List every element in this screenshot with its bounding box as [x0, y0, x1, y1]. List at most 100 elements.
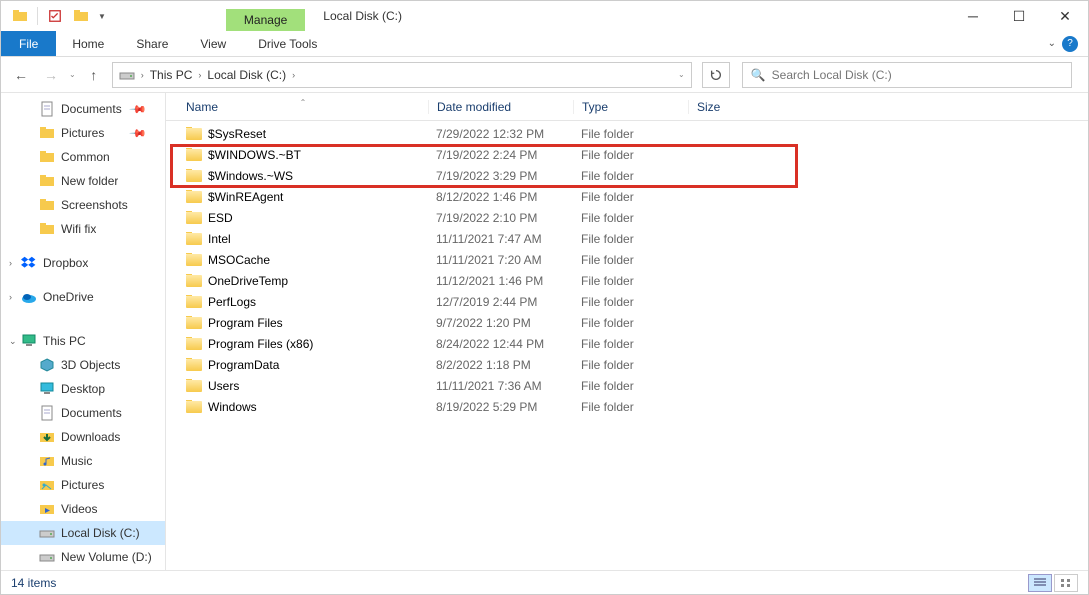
- file-date: 7/29/2022 12:32 PM: [428, 127, 573, 141]
- file-row[interactable]: MSOCache11/11/2021 7:20 AMFile folder: [166, 249, 1088, 270]
- history-dropdown-icon[interactable]: ⌄: [69, 70, 76, 79]
- file-date: 12/7/2019 2:44 PM: [428, 295, 573, 309]
- icons-view-button[interactable]: [1054, 574, 1078, 592]
- breadcrumb-seg[interactable]: This PC: [150, 68, 193, 82]
- search-input[interactable]: [772, 68, 1063, 82]
- file-type: File folder: [573, 253, 688, 267]
- breadcrumb-seg[interactable]: Local Disk (C:): [207, 68, 286, 82]
- tree-item[interactable]: Screenshots: [1, 193, 165, 217]
- file-row[interactable]: ProgramData8/2/2022 1:18 PMFile folder: [166, 354, 1088, 375]
- folder-icon: [186, 380, 202, 392]
- file-row[interactable]: Program Files (x86)8/24/2022 12:44 PMFil…: [166, 333, 1088, 354]
- file-list: Name⌃ Date modified Type Size $SysReset7…: [166, 93, 1088, 570]
- tree-item[interactable]: Downloads: [1, 425, 165, 449]
- details-view-icon: [1034, 578, 1046, 588]
- tree-label: New Volume (D:): [61, 550, 152, 564]
- file-type: File folder: [573, 400, 688, 414]
- column-name[interactable]: Name⌃: [178, 100, 428, 114]
- tree-label: Pictures: [61, 478, 104, 492]
- file-row[interactable]: $SysReset7/29/2022 12:32 PMFile folder: [166, 123, 1088, 144]
- column-date[interactable]: Date modified: [428, 100, 573, 114]
- tree-item[interactable]: ›Dropbox: [1, 251, 165, 275]
- tree-item[interactable]: Desktop: [1, 377, 165, 401]
- file-type: File folder: [573, 274, 688, 288]
- address-bar[interactable]: › This PC › Local Disk (C:) › ⌄: [112, 62, 692, 88]
- tree-item[interactable]: Music: [1, 449, 165, 473]
- forward-button[interactable]: →: [39, 63, 63, 87]
- file-name: Intel: [208, 232, 231, 246]
- file-row[interactable]: $Windows.~WS7/19/2022 3:29 PMFile folder: [166, 165, 1088, 186]
- file-date: 11/11/2021 7:20 AM: [428, 253, 573, 267]
- tab-drive-tools[interactable]: Drive Tools: [242, 31, 333, 56]
- file-name: Windows: [208, 400, 257, 414]
- chevron-down-icon[interactable]: ⌄: [9, 336, 17, 347]
- chevron-right-icon[interactable]: ›: [198, 70, 201, 80]
- file-row[interactable]: Program Files9/7/2022 1:20 PMFile folder: [166, 312, 1088, 333]
- file-type: File folder: [573, 211, 688, 225]
- icons-view-icon: [1060, 578, 1072, 588]
- chevron-right-icon[interactable]: ›: [292, 70, 295, 80]
- tree-item[interactable]: Pictures: [1, 473, 165, 497]
- tree-item[interactable]: Local Disk (C:): [1, 521, 165, 545]
- tab-share[interactable]: Share: [120, 31, 184, 56]
- new-folder-icon[interactable]: [70, 5, 92, 27]
- tab-home[interactable]: Home: [56, 31, 120, 56]
- chevron-right-icon[interactable]: ›: [141, 70, 144, 80]
- properties-icon[interactable]: [44, 5, 66, 27]
- maximize-button[interactable]: ☐: [996, 1, 1042, 31]
- file-name: Program Files: [208, 316, 283, 330]
- tree-item[interactable]: Pictures📌: [1, 121, 165, 145]
- address-dropdown-icon[interactable]: ⌄: [678, 70, 685, 79]
- tree-this-pc[interactable]: ⌄ This PC: [1, 329, 165, 353]
- refresh-button[interactable]: [702, 62, 730, 88]
- tree-item[interactable]: Documents📌: [1, 97, 165, 121]
- details-view-button[interactable]: [1028, 574, 1052, 592]
- file-name: $Windows.~WS: [208, 169, 293, 183]
- file-row[interactable]: $WinREAgent8/12/2022 1:46 PMFile folder: [166, 186, 1088, 207]
- back-button[interactable]: ←: [9, 63, 33, 87]
- file-row[interactable]: OneDriveTemp11/12/2021 1:46 PMFile folde…: [166, 270, 1088, 291]
- folder-icon: [186, 254, 202, 266]
- navigation-bar: ← → ⌄ ↑ › This PC › Local Disk (C:) › ⌄ …: [1, 57, 1088, 93]
- file-row[interactable]: Intel11/11/2021 7:47 AMFile folder: [166, 228, 1088, 249]
- tab-file[interactable]: File: [1, 31, 56, 56]
- navigation-pane[interactable]: Documents📌Pictures📌CommonNew folderScree…: [1, 93, 166, 570]
- ribbon-context-tab[interactable]: Manage: [226, 9, 305, 31]
- file-row[interactable]: Windows8/19/2022 5:29 PMFile folder: [166, 396, 1088, 417]
- file-row[interactable]: PerfLogs12/7/2019 2:44 PMFile folder: [166, 291, 1088, 312]
- ribbon-collapse-icon[interactable]: ⌄: [1048, 38, 1056, 49]
- tree-item[interactable]: 3D Objects: [1, 353, 165, 377]
- close-button[interactable]: ✕: [1042, 1, 1088, 31]
- file-type: File folder: [573, 232, 688, 246]
- this-pc-icon: [21, 333, 37, 349]
- minimize-button[interactable]: ─: [950, 1, 996, 31]
- file-type: File folder: [573, 148, 688, 162]
- column-size[interactable]: Size: [688, 100, 748, 114]
- tree-label: Pictures: [61, 126, 104, 140]
- tree-item[interactable]: ›OneDrive: [1, 285, 165, 309]
- column-type[interactable]: Type: [573, 100, 688, 114]
- tree-item[interactable]: Common: [1, 145, 165, 169]
- tree-item[interactable]: Videos: [1, 497, 165, 521]
- file-row[interactable]: ESD7/19/2022 2:10 PMFile folder: [166, 207, 1088, 228]
- folder-icon: [186, 149, 202, 161]
- file-date: 8/12/2022 1:46 PM: [428, 190, 573, 204]
- chevron-right-icon[interactable]: ›: [9, 258, 12, 268]
- file-date: 7/19/2022 2:10 PM: [428, 211, 573, 225]
- help-icon[interactable]: ?: [1062, 36, 1078, 52]
- file-type: File folder: [573, 190, 688, 204]
- file-date: 11/12/2021 1:46 PM: [428, 274, 573, 288]
- chevron-right-icon[interactable]: ›: [9, 292, 12, 302]
- tree-item[interactable]: New Volume (D:): [1, 545, 165, 569]
- folder-icon: [186, 275, 202, 287]
- tree-item[interactable]: Wifi fix: [1, 217, 165, 241]
- tree-item[interactable]: New folder: [1, 169, 165, 193]
- search-box[interactable]: 🔍: [742, 62, 1072, 88]
- up-button[interactable]: ↑: [82, 63, 106, 87]
- tree-item[interactable]: Documents: [1, 401, 165, 425]
- file-row[interactable]: $WINDOWS.~BT7/19/2022 2:24 PMFile folder: [166, 144, 1088, 165]
- column-headers: Name⌃ Date modified Type Size: [166, 93, 1088, 121]
- qat-dropdown-icon[interactable]: ▼: [98, 12, 106, 21]
- tab-view[interactable]: View: [184, 31, 242, 56]
- file-row[interactable]: Users11/11/2021 7:36 AMFile folder: [166, 375, 1088, 396]
